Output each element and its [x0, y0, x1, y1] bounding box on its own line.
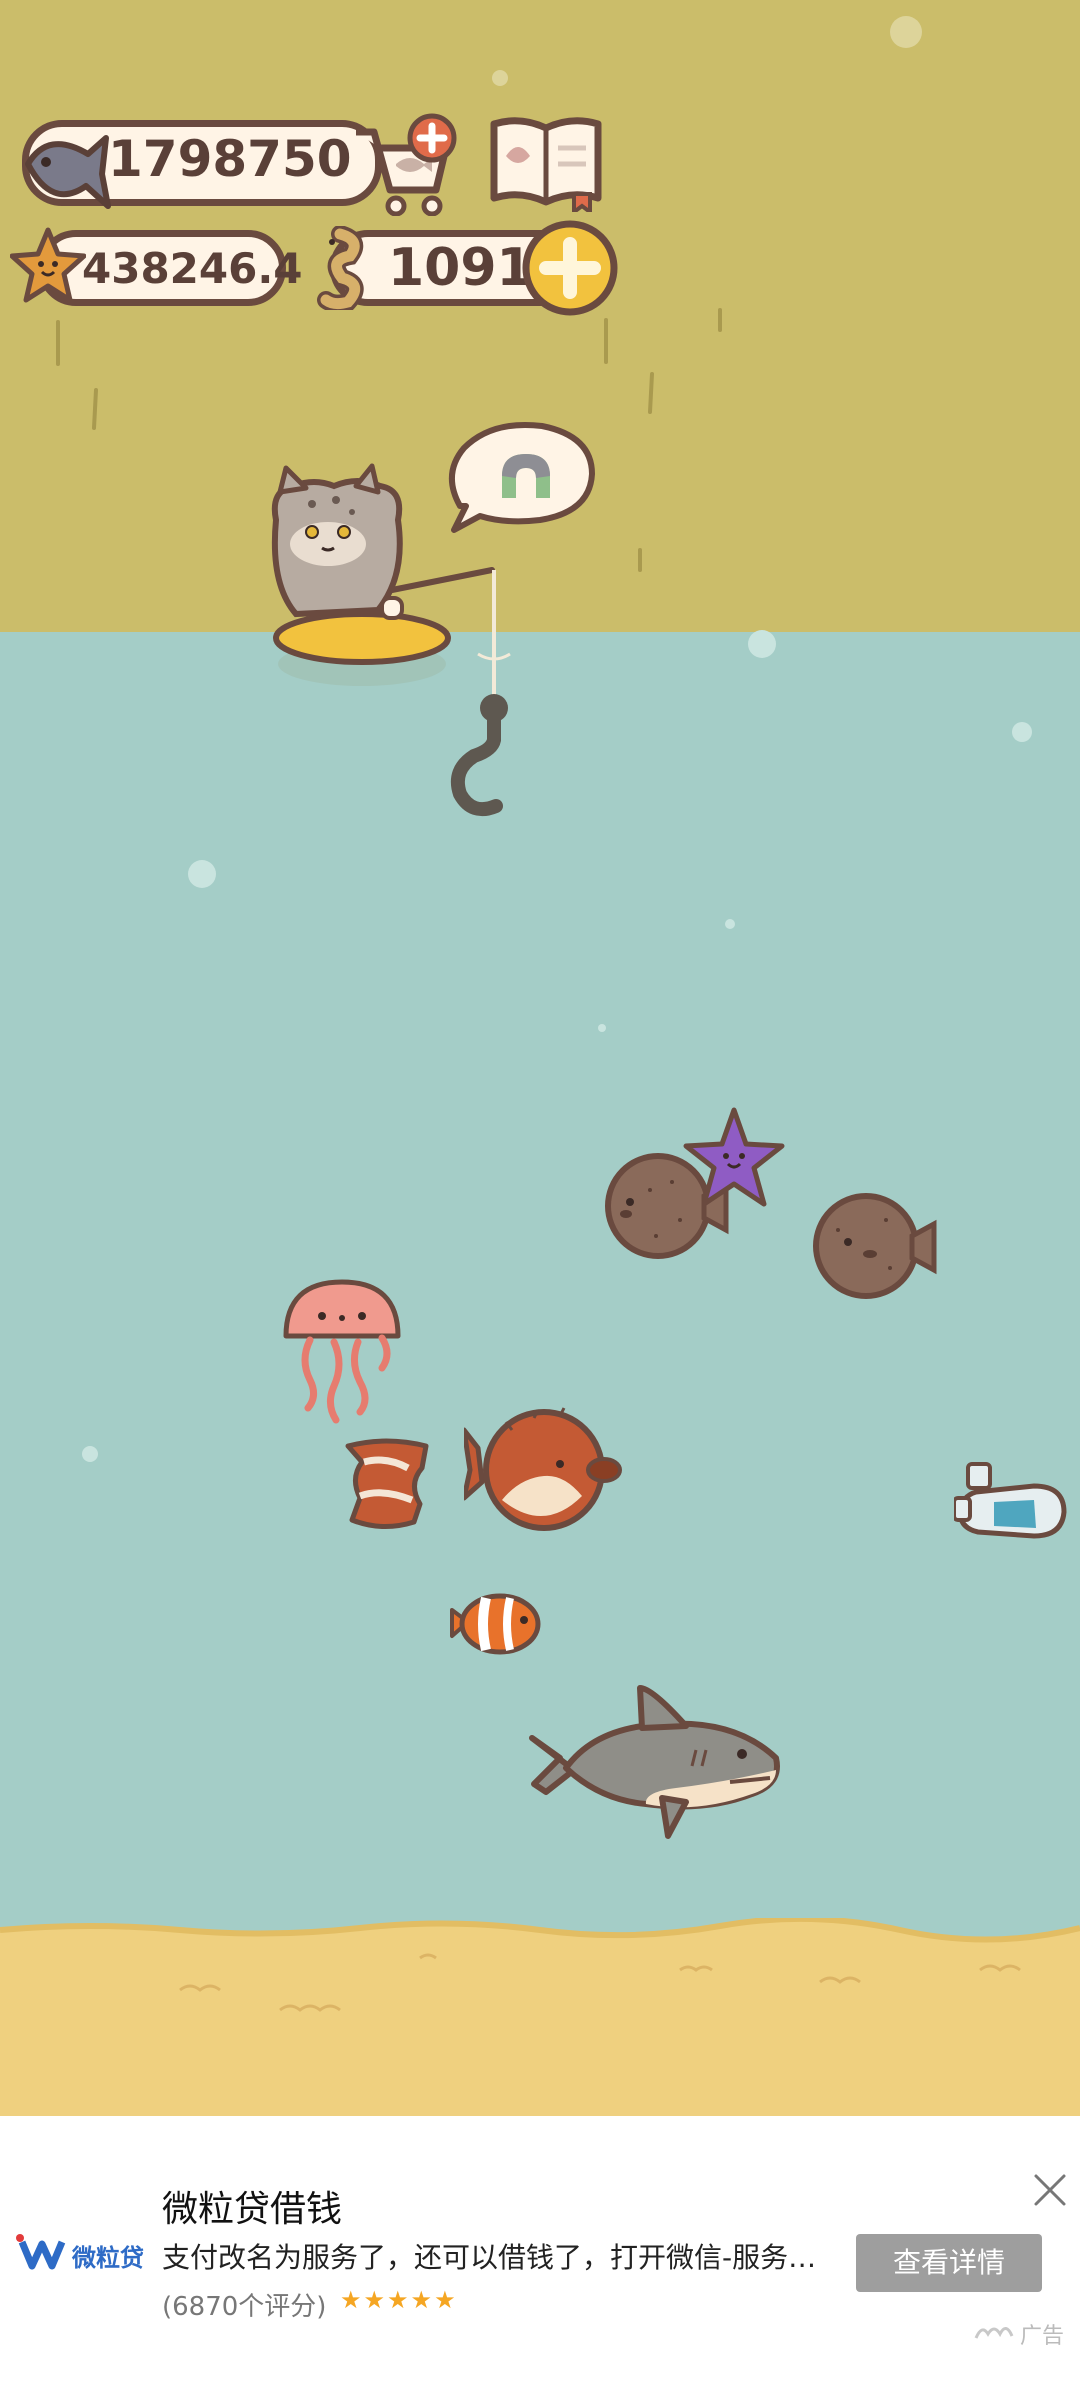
starfish-icon — [10, 227, 86, 303]
fish-icon — [25, 135, 111, 209]
fish-count: 1798750 — [108, 130, 352, 188]
ad-view-details-button[interactable]: 查看详情 — [856, 2234, 1042, 2292]
shark[interactable] — [526, 1684, 786, 1848]
pufferfish-orange[interactable] — [464, 1400, 624, 1536]
worm-count: 1091 — [388, 238, 533, 298]
starfish-purple[interactable] — [682, 1106, 786, 1210]
close-icon[interactable] — [1032, 2172, 1068, 2208]
seafloor-sand — [0, 1918, 1080, 2118]
pufferfish-right[interactable] — [808, 1190, 940, 1302]
ad-logo-icon — [974, 2327, 1014, 2339]
ad-description[interactable]: 支付改名为服务了，还可以借钱了，打开微信-服务-微粒贷借钱 — [162, 2236, 822, 2276]
collection-book-button[interactable] — [486, 116, 606, 212]
speech-bubble-magnet — [448, 421, 595, 533]
ad-brand-name: 微粒贷 — [72, 2244, 144, 2272]
plastic-bottle-trash[interactable] — [954, 1462, 1070, 1546]
star-count: 438246.4 — [82, 244, 303, 293]
shop-cart-button[interactable] — [350, 112, 460, 216]
ad-rating-count: (6870个评分) — [162, 2292, 327, 2322]
add-bait-button[interactable] — [520, 218, 620, 318]
clownfish[interactable] — [448, 1584, 544, 1662]
jellyfish[interactable] — [278, 1276, 408, 1426]
ad-star-rating: ★★★★★ — [340, 2286, 458, 2314]
fishing-hook — [450, 570, 511, 816]
ad-label: 广告 — [1020, 2324, 1065, 2349]
worm-bait-icon — [317, 226, 364, 310]
crumpled-can-trash[interactable] — [342, 1438, 432, 1530]
ad-title[interactable]: 微粒贷借钱 — [162, 2180, 342, 2232]
